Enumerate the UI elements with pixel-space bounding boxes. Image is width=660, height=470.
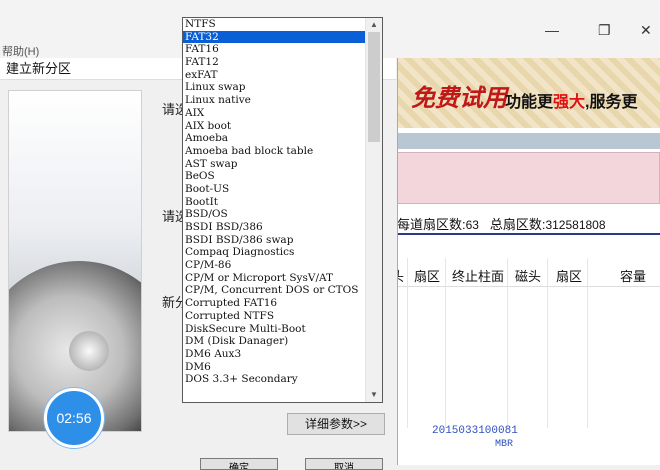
column-divider [587,258,588,428]
list-scrollbar[interactable]: ▲ ▼ [365,18,382,402]
minimize-icon[interactable]: — [545,22,559,38]
scroll-up-icon[interactable]: ▲ [366,18,382,32]
partition-info-panel: 免费试用 功能更强大,服务更 每道扇区数:63 总扇区数:312581808 头… [391,58,660,465]
sectors-per-track-value: 63 [465,218,479,232]
filesystem-option[interactable]: DOS 3.3+ Secondary [183,373,367,386]
detail-params-button[interactable]: 详细参数>> [287,413,385,435]
ok-button[interactable]: 确定 [200,458,278,470]
total-sectors-value: 312581808 [545,218,606,232]
total-sectors-label: 总扇区数: [489,217,546,232]
column-divider [507,258,508,428]
disk-bar [397,133,660,149]
filesystem-option[interactable]: CP/M or Microport SysV/AT [183,272,367,285]
filesystem-dropdown-list[interactable]: NTFS FAT32 FAT16 FAT12 exFAT Linux swap Linux … [182,17,383,403]
filesystem-option[interactable]: DM6 Aux3 [183,348,367,361]
filesystem-option[interactable]: Linux swap [183,81,367,94]
filesystem-option[interactable]: AIX boot [183,120,367,133]
filesystem-option[interactable]: FAT12 [183,56,367,69]
filesystem-option[interactable]: BSD/OS [183,208,367,221]
column-sector: 扇区 [414,269,441,284]
cancel-button[interactable]: 取消 [305,458,383,470]
filesystem-option[interactable]: AIX [183,107,367,120]
banner-main-text: 免费试用 [411,85,507,112]
filesystem-option[interactable]: Corrupted FAT16 [183,297,367,310]
filesystem-option[interactable]: BeOS [183,170,367,183]
filesystem-option[interactable]: exFAT [183,69,367,82]
filesystem-option[interactable]: DM6 [183,361,367,374]
banner-sub-highlight: 强大 [553,94,586,111]
column-sector-2: 扇区 [556,269,583,284]
filesystem-option[interactable]: BSDI BSD/386 [183,221,367,234]
banner-sub-text: 功能更强大,服务更 [505,88,637,112]
filesystem-options: NTFS FAT32 FAT16 FAT12 exFAT Linux swap Linux … [183,18,367,386]
filesystem-option[interactable]: DiskSecure Multi-Boot [183,323,367,336]
disk-map[interactable] [397,152,660,204]
filesystem-option[interactable]: Amoeba [183,132,367,145]
column-capacity: 容量 [620,269,647,284]
partition-style: MBR [495,439,514,450]
hard-disk-illustration [8,90,142,432]
filesystem-option[interactable]: CP/M-86 [183,259,367,272]
filesystem-option[interactable]: Compaq Diagnostics [183,246,367,259]
disk-hub [69,331,109,371]
filesystem-option[interactable]: Linux native [183,94,367,107]
filesystem-option[interactable]: DM (Disk Danager) [183,335,367,348]
disk-serial: 2015033100081 [432,425,518,437]
filesystem-option[interactable]: NTFS [183,18,367,31]
sectors-per-track-label: 每道扇区数: [397,217,466,232]
menu-help-fragment[interactable]: 帮助(H) [2,43,39,59]
filesystem-option[interactable]: FAT32 [183,30,367,44]
close-icon[interactable]: ✕ [640,22,652,39]
filesystem-option[interactable]: FAT16 [183,43,367,56]
promo-banner[interactable]: 免费试用 功能更强大,服务更 [397,58,660,128]
filesystem-option[interactable]: Corrupted NTFS [183,310,367,323]
filesystem-option[interactable]: Amoeba bad block table [183,145,367,158]
column-divider [407,258,408,428]
disk-geometry-info: 每道扇区数:63 总扇区数:312581808 [397,214,606,233]
filesystem-option[interactable]: BSDI BSD/386 swap [183,234,367,247]
filesystem-option[interactable]: CP/M, Concurrent DOS or CTOS [183,284,367,297]
column-end-cylinder: 终止柱面 [452,269,505,284]
banner-sub-part2: ,服务更 [585,94,638,111]
filesystem-option[interactable]: BootIt [183,196,367,209]
column-head-2: 磁头 [515,269,542,284]
scroll-thumb[interactable] [368,32,380,142]
scroll-down-icon[interactable]: ▼ [366,388,382,402]
separator [397,233,660,235]
banner-sub-part1: 功能更 [505,94,554,111]
maximize-icon[interactable]: ❐ [598,22,611,39]
filesystem-option[interactable]: Boot-US [183,183,367,196]
countdown-timer: 02:56 [44,388,104,448]
filesystem-option[interactable]: AST swap [183,158,367,171]
column-divider [445,258,446,428]
partition-table-header: 头 扇区 终止柱面 磁头 扇区 容量 [391,258,660,287]
column-divider [547,258,548,428]
